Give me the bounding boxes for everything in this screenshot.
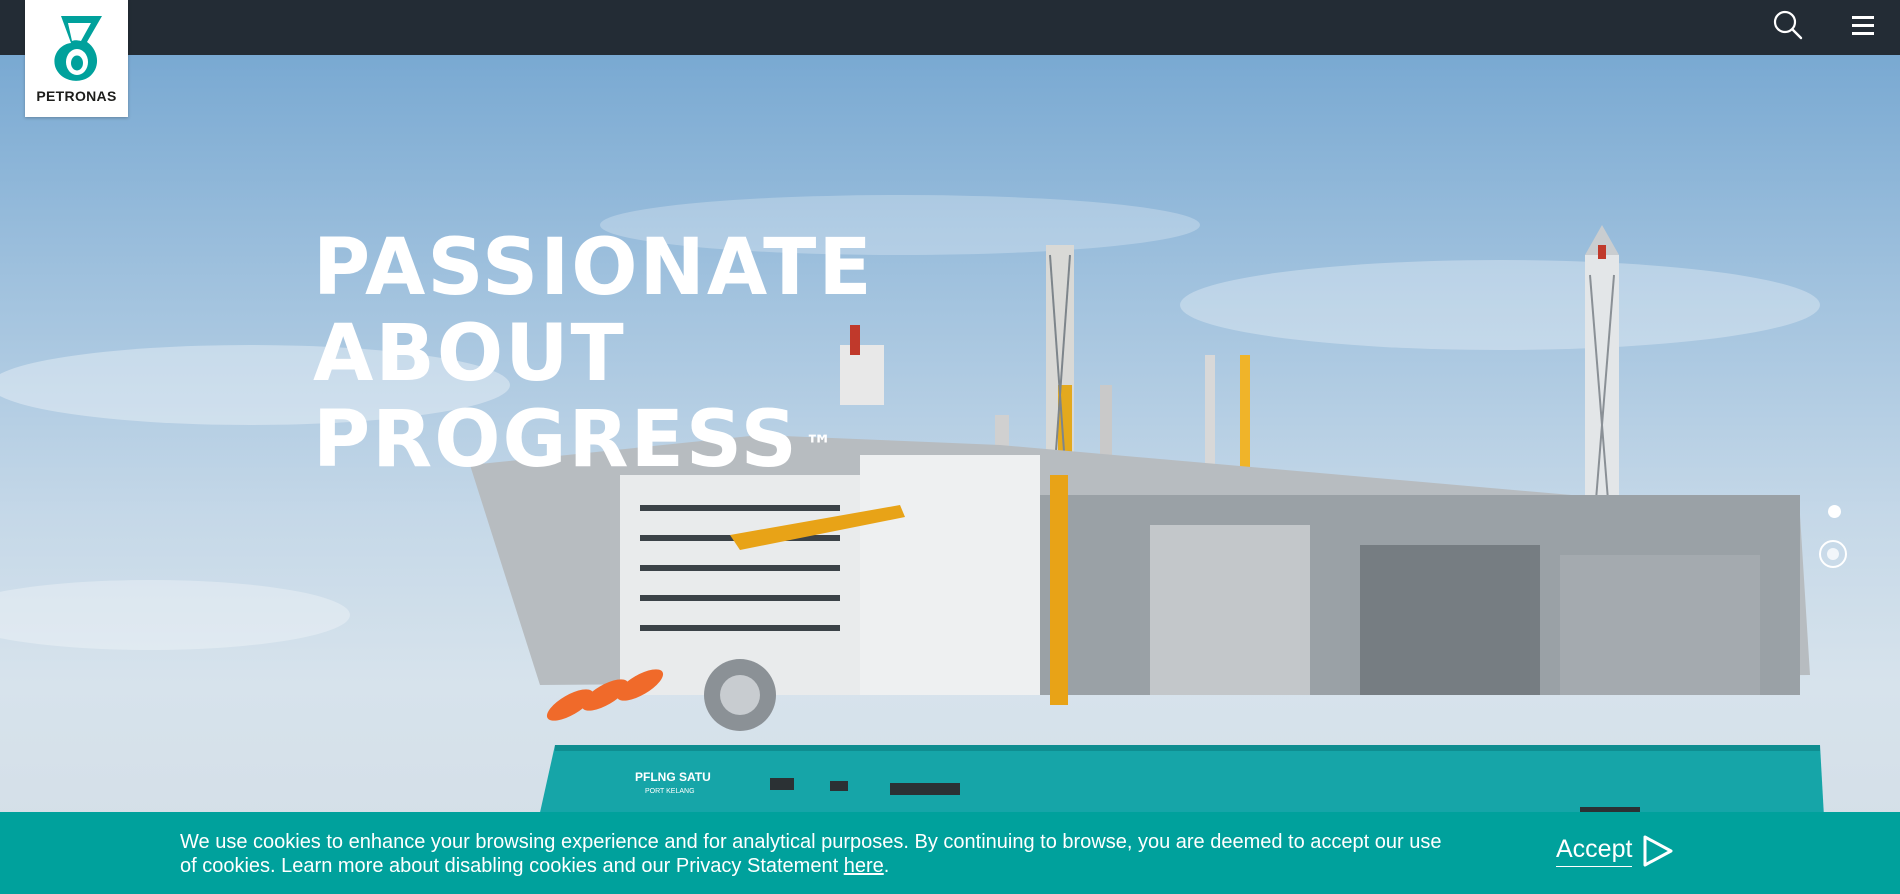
carousel-dot-2-active[interactable] <box>1819 540 1847 568</box>
top-navigation-bar <box>0 0 1900 55</box>
logo-wordmark: PETRONAS <box>36 88 117 104</box>
accept-cookies-button[interactable]: Accept <box>1556 832 1674 870</box>
cookie-consent-banner: We use cookies to enhance your browsing … <box>0 812 1900 894</box>
hero-headline: PASSIONATE ABOUT PROGRESS ™ <box>313 225 874 483</box>
hamburger-menu-icon <box>1852 16 1874 35</box>
headline-line-3: PROGRESS ™ <box>313 397 874 483</box>
headline-line-3-text: PROGRESS <box>313 395 799 485</box>
privacy-statement-link[interactable]: here <box>844 855 884 877</box>
carousel-dot-1[interactable] <box>1828 505 1841 518</box>
accept-label: Accept <box>1556 835 1633 867</box>
trademark-symbol: ™ <box>804 429 835 462</box>
search-button[interactable] <box>1770 8 1806 44</box>
menu-button[interactable] <box>1845 8 1881 44</box>
cookie-message-end: . <box>883 855 890 877</box>
hero-image-flng-vessel: PFLNG SATU PORT KELANG <box>0 195 1830 894</box>
cookie-message-text: We use cookies to enhance your browsing … <box>180 831 1442 877</box>
petronas-logo[interactable]: PETRONAS <box>25 0 128 117</box>
petronas-emblem-icon <box>53 16 102 81</box>
hero-carousel: PFLNG SATU PORT KELANG PASSIONATE ABOUT … <box>0 55 1900 894</box>
vessel-name-text: PFLNG SATU <box>635 770 711 784</box>
vessel-port-text: PORT KELANG <box>645 788 695 795</box>
headline-line-1: PASSIONATE <box>313 223 874 313</box>
search-icon <box>1773 10 1803 40</box>
cookie-message: We use cookies to enhance your browsing … <box>180 830 1450 878</box>
play-arrow-icon <box>1643 835 1673 867</box>
headline-line-2: ABOUT <box>313 309 626 399</box>
